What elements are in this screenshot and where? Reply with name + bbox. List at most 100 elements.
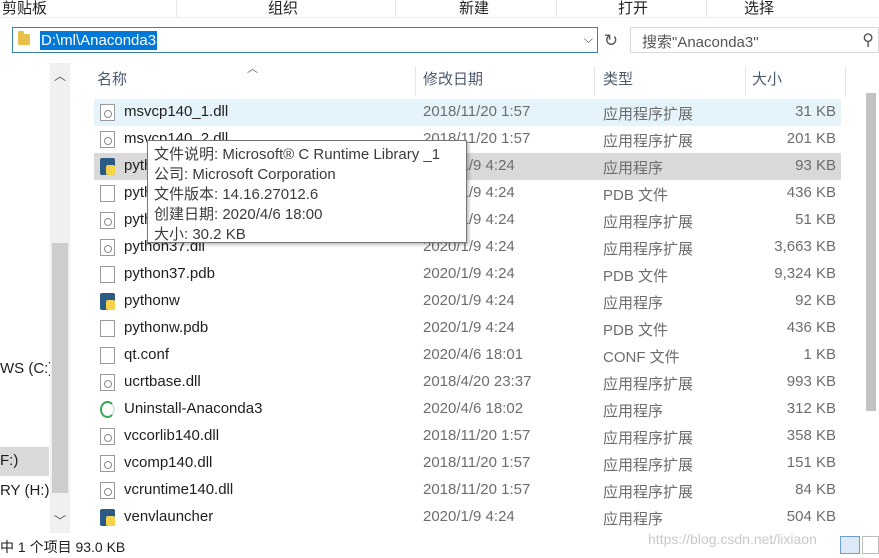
- file-type: 应用程序: [603, 511, 664, 528]
- file-name[interactable]: Uninstall-Anaconda3: [124, 400, 262, 417]
- file-date: 2020/4/6 18:02: [423, 400, 524, 417]
- ribbon-new-label: 新建: [459, 0, 490, 17]
- file-type: CONF 文件: [603, 349, 680, 366]
- file-size: 358 KB: [786, 427, 836, 444]
- dll-icon: [100, 455, 115, 472]
- status-selection: 中 1 个项目 93.0 KB: [0, 539, 126, 555]
- search-input[interactable]: 搜索"Anaconda3" ⚲: [630, 27, 879, 53]
- dll-icon: [100, 374, 115, 391]
- dll-icon: [100, 104, 115, 121]
- file-name[interactable]: venvlauncher: [124, 508, 213, 525]
- file-row[interactable]: msvcp140_1.dll 2018/11/20 1:57 应用程序扩展 31 KB: [94, 99, 841, 126]
- large-icons-view-icon[interactable]: [862, 536, 879, 554]
- chevron-down-icon[interactable]: ⌵: [584, 32, 593, 47]
- file-size: 1 KB: [803, 346, 836, 363]
- file-icon: [100, 266, 115, 283]
- tooltip-version: 文件版本: 14.16.27012.6: [154, 186, 319, 203]
- file-date: 2020/4/6 18:01: [423, 346, 524, 363]
- file-icon: [100, 185, 115, 202]
- tooltip-created: 创建日期: 2020/4/6 18:00: [154, 206, 323, 223]
- ribbon-open-label: 打开: [618, 0, 649, 17]
- python-icon: [100, 158, 115, 175]
- file-type: PDB 文件: [603, 322, 669, 339]
- file-type: PDB 文件: [603, 187, 669, 204]
- file-type: 应用程序扩展: [603, 106, 694, 123]
- address-bar[interactable]: D:\ml\Anaconda3 ⌵: [12, 27, 598, 53]
- ribbon-clipboard-label: 剪贴板: [2, 0, 48, 17]
- file-type: 应用程序: [603, 403, 664, 420]
- file-size: 201 KB: [786, 130, 836, 147]
- file-row[interactable]: ucrtbase.dll 2018/4/20 23:37 应用程序扩展 993 KB: [94, 369, 841, 396]
- nav-scroll-thumb[interactable]: [52, 243, 68, 493]
- file-size: 51 KB: [795, 211, 836, 228]
- ribbon-select-label: 选择: [744, 0, 775, 17]
- file-row[interactable]: python37.pdb 2020/1/9 4:24 PDB 文件 9,324 KB: [94, 261, 841, 288]
- nav-scrollbar[interactable]: ︿ ﹀: [50, 63, 70, 533]
- file-name[interactable]: pythonw: [124, 292, 180, 309]
- file-row[interactable]: vccorlib140.dll 2018/11/20 1:57 应用程序扩展 358 …: [94, 423, 841, 450]
- file-name[interactable]: pythonw.pdb: [124, 319, 208, 336]
- file-row[interactable]: vcomp140.dll 2018/11/20 1:57 应用程序扩展 151 KB: [94, 450, 841, 477]
- file-type: 应用程序: [603, 295, 664, 312]
- watermark-text: https://blog.csdn.net/lixiaon: [648, 531, 817, 547]
- file-row[interactable]: vcruntime140.dll 2018/11/20 1:57 应用程序扩展 84 …: [94, 477, 841, 504]
- nav-drive-h[interactable]: RY (H:): [0, 482, 49, 499]
- file-name[interactable]: qt.conf: [124, 346, 169, 363]
- search-placeholder: 搜索"Anaconda3": [642, 34, 759, 51]
- file-type: 应用程序扩展: [603, 214, 694, 231]
- file-name[interactable]: vccorlib140.dll: [124, 427, 219, 444]
- file-name[interactable]: vcruntime140.dll: [124, 481, 233, 498]
- file-date: 2018/11/20 1:57: [423, 481, 531, 498]
- file-date: 2020/1/9 4:24: [423, 508, 515, 525]
- python-icon: [100, 509, 115, 526]
- scroll-down-icon[interactable]: ﹀: [50, 512, 70, 529]
- dll-icon: [100, 428, 115, 445]
- tooltip-company: 公司: Microsoft Corporation: [154, 166, 336, 183]
- file-icon: [100, 320, 115, 337]
- column-header-type[interactable]: 类型: [603, 67, 633, 93]
- search-icon[interactable]: ⚲: [862, 30, 874, 50]
- scroll-up-icon[interactable]: ︿: [50, 67, 70, 84]
- file-date: 2018/11/20 1:57: [423, 103, 531, 120]
- ribbon-group-labels: 剪贴板 组织 新建 打开 选择: [0, 0, 879, 18]
- file-type: 应用程序扩展: [603, 430, 694, 447]
- nav-drive-c[interactable]: WS (C:): [0, 360, 53, 377]
- sort-arrow-icon: ︿: [247, 63, 258, 75]
- file-type: 应用程序扩展: [603, 457, 694, 474]
- file-size: 436 KB: [786, 184, 836, 201]
- file-date: 2020/1/9 4:24: [423, 265, 515, 282]
- column-header-name[interactable]: 名称: [97, 67, 127, 93]
- tooltip-size: 大小: 30.2 KB: [154, 226, 246, 243]
- file-list-scroll-thumb[interactable]: [866, 93, 876, 411]
- tooltip-description: 文件说明: Microsoft® C Runtime Library _1: [154, 146, 441, 163]
- file-type: 应用程序扩展: [603, 376, 694, 393]
- file-name[interactable]: ucrtbase.dll: [124, 373, 201, 390]
- dll-icon: [100, 212, 115, 229]
- file-list-scrollbar[interactable]: [862, 93, 879, 533]
- details-view-icon[interactable]: [840, 536, 860, 554]
- file-tooltip: 文件说明: Microsoft® C Runtime Library _1 公司…: [147, 140, 467, 243]
- nav-drive-f[interactable]: F:): [0, 452, 18, 469]
- file-size: 31 KB: [795, 103, 836, 120]
- file-row[interactable]: Uninstall-Anaconda3 2020/4/6 18:02 应用程序 312…: [94, 396, 841, 423]
- file-row[interactable]: venvlauncher 2020/1/9 4:24 应用程序 504 KB: [94, 504, 841, 531]
- file-icon: [100, 347, 115, 364]
- file-date: 2018/4/20 23:37: [423, 373, 532, 390]
- column-header-date[interactable]: 修改日期: [423, 67, 483, 93]
- file-date: 2018/11/20 1:57: [423, 454, 531, 471]
- file-size: 3,663 KB: [774, 238, 836, 255]
- file-size: 93 KB: [795, 157, 836, 174]
- refresh-icon[interactable]: ↻: [600, 30, 622, 52]
- address-path[interactable]: D:\ml\Anaconda3: [40, 31, 158, 50]
- file-name[interactable]: vcomp140.dll: [124, 454, 212, 471]
- file-type: 应用程序扩展: [603, 484, 694, 501]
- file-date: 2018/11/20 1:57: [423, 427, 531, 444]
- column-header-size[interactable]: 大小: [752, 67, 782, 93]
- file-name[interactable]: python37.pdb: [124, 265, 215, 282]
- file-row[interactable]: pythonw 2020/1/9 4:24 应用程序 92 KB: [94, 288, 841, 315]
- file-row[interactable]: pythonw.pdb 2020/1/9 4:24 PDB 文件 436 KB: [94, 315, 841, 342]
- file-size: 312 KB: [786, 400, 836, 417]
- file-size: 993 KB: [786, 373, 836, 390]
- file-row[interactable]: qt.conf 2020/4/6 18:01 CONF 文件 1 KB: [94, 342, 841, 369]
- file-name[interactable]: msvcp140_1.dll: [124, 103, 228, 120]
